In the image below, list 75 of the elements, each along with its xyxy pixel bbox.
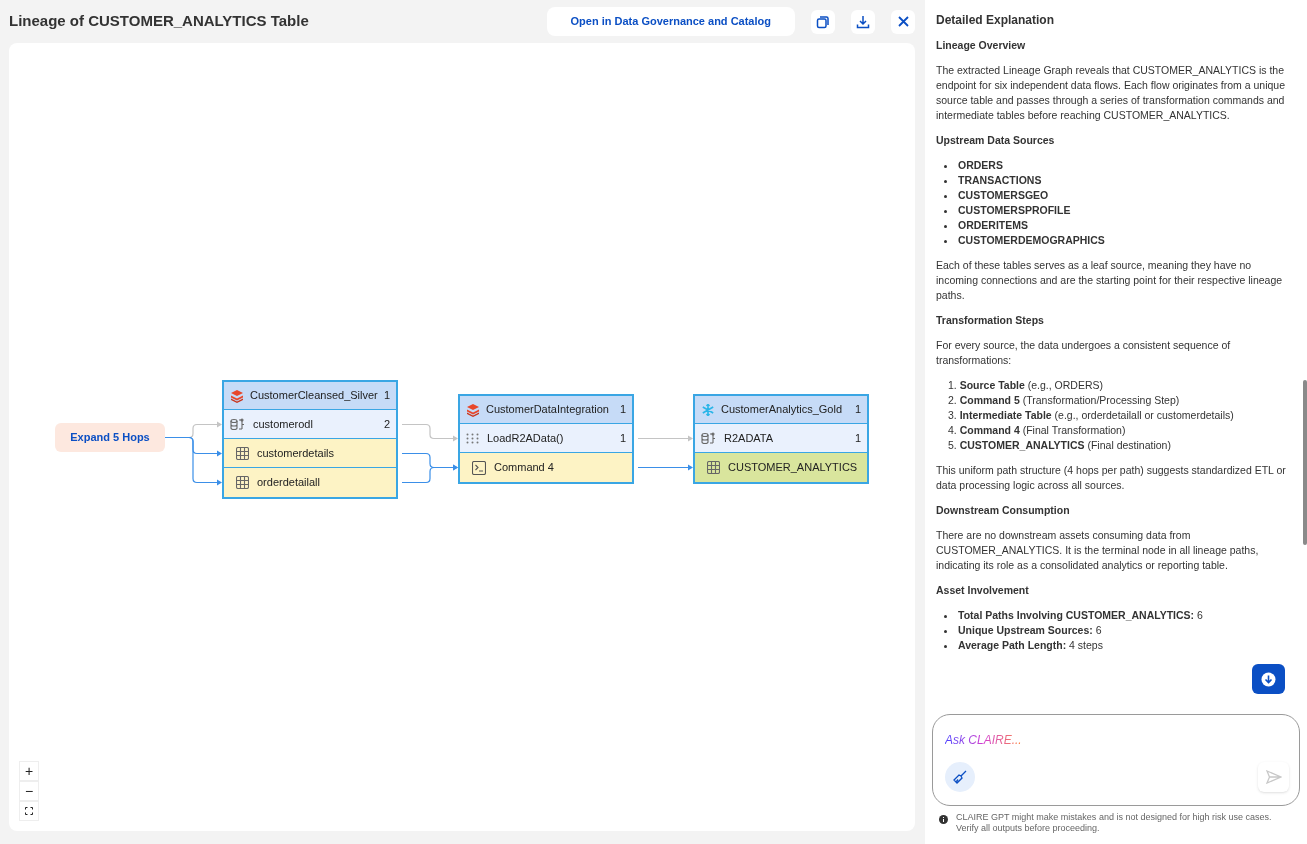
close-button[interactable] <box>891 9 915 34</box>
paragraph: Each of these tables serves as a leaf source, meaning they have no incoming connections and are the starting point for their respective lineage paths. <box>936 258 1284 303</box>
disclaimer-text: CLAIRE GPT might make mistakes and is not designed for high risk use cases. Verify all outputs before proceeding. <box>956 812 1273 834</box>
node-row-label: LoadR2AData() <box>487 430 565 446</box>
layers-icon <box>466 402 480 417</box>
node-row-label: CUSTOMER_ANALYTICS <box>728 460 859 476</box>
list-item: 2. Command 5 (Transformation/Processing Step) <box>948 393 1180 408</box>
scroll-down-button[interactable] <box>1252 664 1285 694</box>
open-catalog-button[interactable]: Open in Data Governance and Catalog <box>546 7 795 36</box>
broom-icon <box>952 769 968 785</box>
paragraph: There are no downstream assets consuming data from CUSTOMER_ANALYTICS. It is the terminal node in all lineage paths, indicating its role as a consolidated analytics or reporting table. <box>936 528 1260 573</box>
download-icon <box>856 14 870 29</box>
snowflake-icon <box>701 402 715 417</box>
node-row-label: orderdetailall <box>257 475 321 491</box>
table-icon <box>236 446 249 460</box>
database-icon <box>230 417 245 431</box>
list-item: 3. Intermediate Table (e.g., orderdetailall or customerdetails) <box>948 408 1234 423</box>
list-item: CUSTOMERDEMOGRAPHICS <box>958 233 1105 248</box>
section-heading: Upstream Data Sources <box>936 133 1056 148</box>
list-item: Unique Upstream Sources: 6 <box>958 623 1102 638</box>
panel-title: Detailed Explanation <box>936 13 1056 28</box>
paragraph: For every source, the data undergoes a consistent sequence of transformations: <box>936 338 1232 368</box>
info-icon <box>939 815 948 824</box>
close-icon <box>897 16 909 27</box>
fit-view-button[interactable] <box>19 801 39 821</box>
chat-input[interactable]: Ask CLAIRE... <box>932 714 1300 806</box>
list-item: 5. CUSTOMER_ANALYTICS (Final destination) <box>948 438 1171 453</box>
lineage-node[interactable]: CustomerAnalytics_Gold 1 R2ADATA 1 CUSTOMER_ANALYTICS <box>693 394 869 484</box>
paragraph: The extracted Lineage Graph reveals that CUSTOMER_ANALYTICS is the endpoint for six independent data flows. Each flow originates from a unique source table and passes through a series of transformation commands and intermediate tables before reaching CUSTOMER_ANALYTICS. <box>936 63 1287 123</box>
database-icon <box>701 431 716 445</box>
node-row-label: Command 4 <box>494 460 555 476</box>
clear-button[interactable] <box>945 762 975 792</box>
download-button[interactable] <box>851 9 875 34</box>
list-item: CUSTOMERSGEO <box>958 188 1049 203</box>
send-icon <box>1265 770 1282 784</box>
terminal-icon <box>472 460 486 475</box>
node-row-label: R2ADATA <box>724 430 775 446</box>
page-title: Lineage of CUSTOMER_ANALYTICS Table <box>9 11 309 32</box>
list-item: CUSTOMERSPROFILE <box>958 203 1071 218</box>
list-item: 4. Command 4 (Final Transformation) <box>948 423 1126 438</box>
zoom-in-button[interactable]: + <box>19 761 39 781</box>
list-item: 1. Source Table (e.g., ORDERS) <box>948 378 1104 393</box>
section-heading: Lineage Overview <box>936 38 1027 53</box>
row-count: 2 <box>383 416 390 432</box>
row-count: 1 <box>619 430 626 446</box>
list-item: ORDERS <box>958 158 1003 173</box>
fullscreen-icon <box>25 807 33 815</box>
section-heading: Transformation Steps <box>936 313 1045 328</box>
table-icon <box>236 476 249 489</box>
copy-button[interactable] <box>811 9 835 34</box>
lineage-node[interactable]: CustomerCleansed_Silver 1 customerodl 2 customerdetails orderdetailall <box>222 380 398 499</box>
grid-dots-icon <box>466 432 479 444</box>
section-heading: Downstream Consumption <box>936 503 1071 518</box>
node-row-label: customerdetails <box>257 445 336 461</box>
section-heading: Asset Involvement <box>936 583 1030 598</box>
arrow-down-icon <box>1261 671 1276 687</box>
expand-hops-button[interactable]: Expand 5 Hops <box>55 423 165 452</box>
row-count: 1 <box>854 430 861 446</box>
node-title: CustomerAnalytics_Gold <box>721 402 844 418</box>
node-title: CustomerDataIntegration <box>486 402 610 418</box>
node-title: CustomerCleansed_Silver <box>250 388 378 404</box>
node-count: 1 <box>619 402 626 418</box>
paragraph: This uniform path structure (4 hops per path) suggests standardized ETL or data processing logic across all sources. <box>936 463 1287 493</box>
node-count: 1 <box>383 388 390 404</box>
table-icon <box>707 461 720 474</box>
zoom-out-button[interactable]: − <box>19 781 39 801</box>
node-row-label: customerodl <box>253 416 314 432</box>
list-item: Average Path Length: 4 steps <box>958 638 1103 653</box>
copy-icon <box>816 14 830 29</box>
lineage-node[interactable]: CustomerDataIntegration 1 LoadR2AData() 1 Command 4 <box>458 394 634 484</box>
list-item: ORDERITEMS <box>958 218 1028 233</box>
layers-icon <box>230 388 244 403</box>
list-item: TRANSACTIONS <box>958 173 1042 188</box>
list-item: Total Paths Involving CUSTOMER_ANALYTICS: 6 <box>958 608 1203 623</box>
node-count: 1 <box>854 402 861 418</box>
